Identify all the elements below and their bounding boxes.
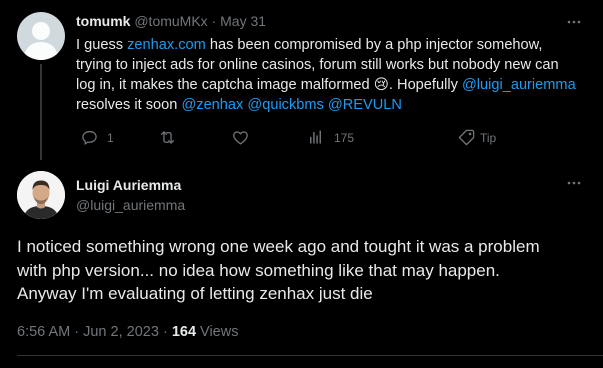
tweet-date[interactable]: Jun 2, 2023 [83, 324, 159, 340]
views-count: 175 [334, 130, 355, 145]
author-name-block: Luigi Auriemma @luigi_auriemma [76, 176, 185, 214]
more-horizontal-icon [567, 181, 581, 185]
profile-photo-icon [17, 171, 65, 219]
tweet-header: tomumk @tomuMKx · May 31 [76, 13, 266, 30]
tip-label: Tip [480, 130, 497, 145]
tweet-text-line: I noticed something wrong one week ago a… [17, 237, 540, 256]
views-button[interactable]: 175 [306, 128, 354, 147]
text-part: I guess [76, 37, 128, 53]
tip-icon [458, 129, 475, 146]
heart-icon [233, 131, 248, 145]
mention-zenhax[interactable]: @zenhax [181, 97, 243, 113]
tweet-date[interactable]: May 31 [220, 13, 266, 29]
bottom-divider [17, 355, 603, 356]
link-zenhax[interactable]: zenhax.com [127, 37, 206, 53]
mention-quickbms[interactable]: @quickbms [247, 97, 323, 113]
more-options-button[interactable] [566, 14, 582, 30]
tweet-meta: 6:56 AM · Jun 2, 2023 · 164 Views [17, 323, 238, 341]
mention-luigi-auriemma[interactable]: @luigi_auriemma [462, 77, 576, 93]
default-avatar-icon [23, 22, 59, 60]
meta-separator: · [162, 324, 168, 340]
retweet-button[interactable] [158, 128, 177, 147]
views-stat[interactable]: 164 Views [172, 324, 239, 340]
tweet-text-line: Anyway I'm evaluating of letting zenhax … [17, 284, 373, 303]
avatar-luigi-auriemma[interactable] [17, 171, 65, 219]
more-options-button[interactable] [566, 175, 582, 191]
crying-face-emoji: 😢 [373, 77, 389, 93]
thread-connector-line [40, 64, 42, 160]
like-button[interactable] [231, 128, 250, 147]
text-part: . Hopefully [388, 77, 462, 93]
avatar-tomumk[interactable] [17, 12, 65, 60]
tweet-time[interactable]: 6:56 AM [17, 324, 70, 340]
views-count: 164 [171, 324, 197, 340]
meta-separator: · [74, 324, 80, 340]
tip-button[interactable]: Tip [457, 128, 496, 147]
retweet-icon [160, 131, 175, 144]
tweet-text-line: with php version... no idea how somethin… [17, 260, 500, 280]
header-separator: · [211, 13, 217, 29]
handle[interactable]: @tomuMKx [134, 13, 207, 29]
tweet-text: I guess zenhax.com has been compromised … [76, 35, 582, 115]
reply-count: 1 [107, 130, 114, 145]
display-name[interactable]: tomumk [76, 13, 130, 29]
main-tweet-text: I noticed something wrong one week ago a… [17, 235, 597, 306]
display-name[interactable]: Luigi Auriemma [76, 176, 185, 194]
views-label: Views [200, 324, 239, 340]
reply-button[interactable]: 1 [80, 128, 114, 147]
more-horizontal-icon [567, 20, 581, 24]
mention-revuln[interactable]: @REVULN [328, 97, 402, 113]
handle[interactable]: @luigi_auriemma [76, 196, 185, 214]
analytics-icon [310, 130, 321, 144]
reply-icon [82, 130, 97, 146]
text-part: resolves it soon [76, 97, 182, 113]
